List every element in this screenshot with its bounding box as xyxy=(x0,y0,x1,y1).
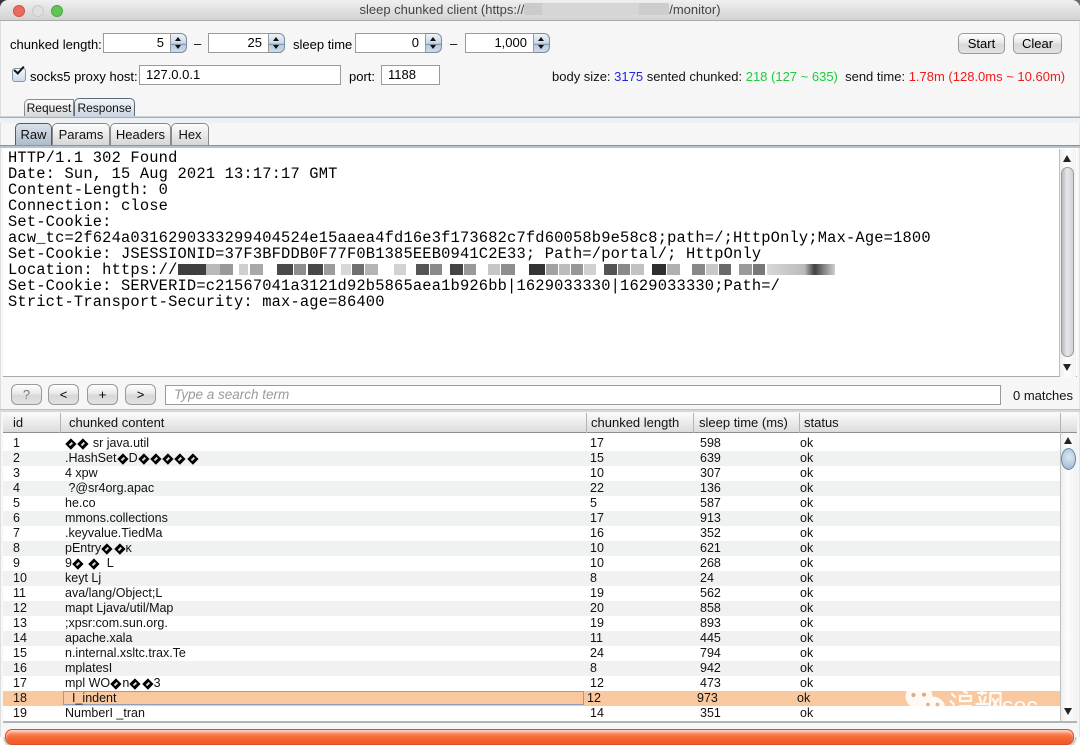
svg-text:sec: sec xyxy=(1002,693,1038,719)
